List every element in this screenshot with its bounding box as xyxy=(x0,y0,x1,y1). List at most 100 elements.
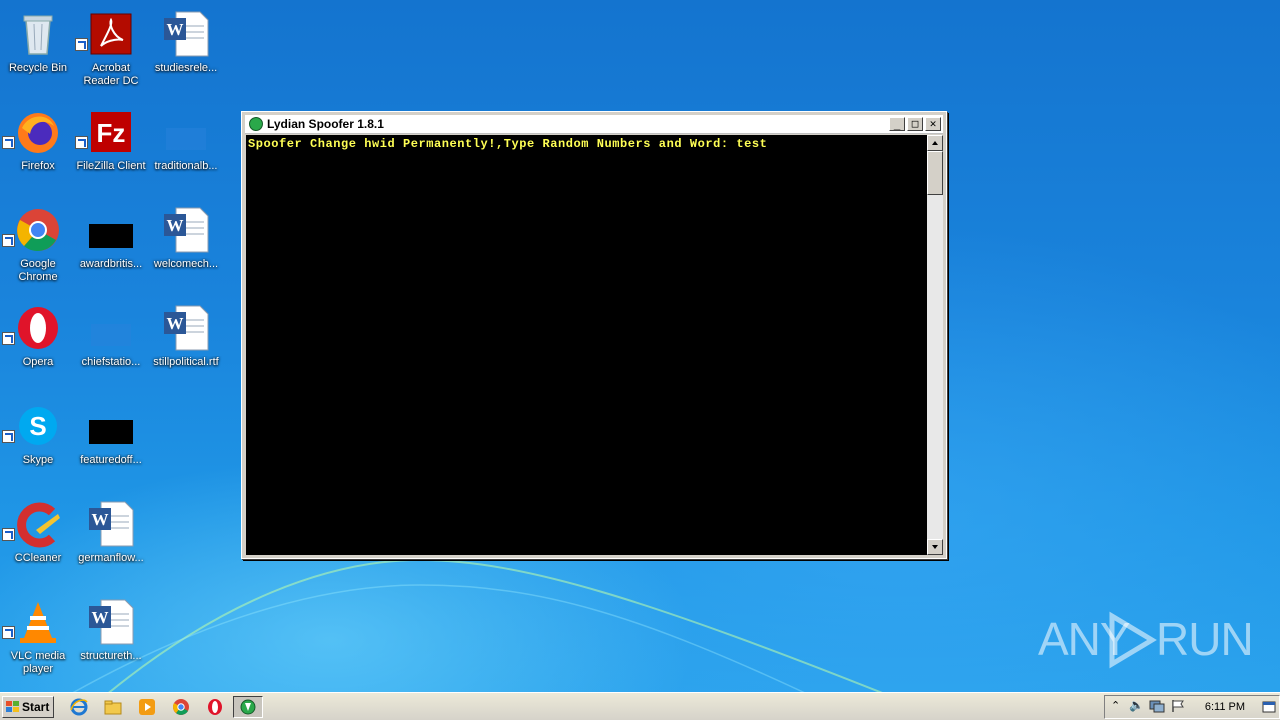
chrome-graphic xyxy=(17,209,59,251)
icon-label: FileZilla Client xyxy=(76,160,146,172)
close-button[interactable]: ✕ xyxy=(925,117,941,131)
word-doc-graphic: W xyxy=(164,207,209,253)
traditionalb-file-icon[interactable]: traditionalb... xyxy=(148,102,224,194)
icon-label: Opera xyxy=(22,356,54,368)
svg-text:S: S xyxy=(29,411,46,441)
scroll-thumb[interactable] xyxy=(927,151,943,195)
skype-icon[interactable]: S Skype xyxy=(0,396,76,488)
firefox-icon[interactable]: Firefox xyxy=(0,102,76,194)
skype-graphic: S xyxy=(19,407,57,445)
icon-label: stillpolitical.rtf xyxy=(153,356,219,368)
taskbar: Start ⌃ 🔈 6:11 PM xyxy=(0,692,1280,720)
network-icon[interactable] xyxy=(1149,699,1165,713)
show-desktop-icon[interactable] xyxy=(1262,700,1276,714)
taskbar-lydian-spoofer-button[interactable] xyxy=(233,696,263,718)
icon-label: germanflow... xyxy=(78,552,144,564)
shortcut-arrow-icon xyxy=(2,626,15,639)
svg-text:W: W xyxy=(167,20,184,39)
filezilla-graphic: Fz xyxy=(91,112,131,152)
black-file-graphic xyxy=(89,420,133,444)
shortcut-arrow-icon xyxy=(2,234,15,247)
chiefstatio-file-icon[interactable]: chiefstatio... xyxy=(73,298,149,390)
icon-label: Recycle Bin xyxy=(8,62,68,74)
icon-label: Google Chrome xyxy=(18,258,58,283)
word-doc-graphic: W xyxy=(89,501,134,547)
svg-text:W: W xyxy=(167,314,184,333)
opera-graphic xyxy=(18,307,58,349)
action-center-flag-icon[interactable] xyxy=(1171,699,1185,713)
minimize-button[interactable]: _ xyxy=(889,117,905,131)
recycle-bin-graphic xyxy=(23,15,53,55)
icon-label: chiefstatio... xyxy=(81,356,141,368)
shortcut-arrow-icon xyxy=(2,136,15,149)
welcomech-doc-icon[interactable]: W welcomech... xyxy=(148,200,224,292)
shortcut-arrow-icon xyxy=(2,430,15,443)
ccleaner-graphic xyxy=(17,502,60,548)
start-label: Start xyxy=(22,700,50,714)
maximize-button[interactable]: □ xyxy=(907,117,923,131)
word-doc-graphic: W xyxy=(164,305,209,351)
blank-file-graphic xyxy=(91,324,131,346)
stillpolitical-rtf-icon[interactable]: W stillpolitical.rtf xyxy=(148,298,224,390)
google-chrome-icon[interactable]: Google Chrome xyxy=(0,200,76,292)
icon-label: VLC media player xyxy=(10,650,66,675)
window-title: Lydian Spoofer 1.8.1 xyxy=(267,117,384,131)
lydian-spoofer-icon xyxy=(249,117,263,131)
icon-label: Firefox xyxy=(21,160,55,172)
console-output[interactable]: Spoofer Change hwid Permanently!,Type Ra… xyxy=(246,135,928,555)
vertical-scrollbar[interactable] xyxy=(927,135,943,555)
scroll-down-button[interactable] xyxy=(927,539,943,555)
console-prompt-line: Spoofer Change hwid Permanently!,Type Ra… xyxy=(248,137,768,151)
console-window[interactable]: Lydian Spoofer 1.8.1 _ □ ✕ Spoofer Chang… xyxy=(241,111,947,559)
svg-text:W: W xyxy=(92,510,109,529)
windows-flag-icon xyxy=(6,701,20,713)
germanflow-doc-icon[interactable]: W germanflow... xyxy=(73,494,149,586)
icon-label: studiesrele... xyxy=(154,62,218,74)
icon-label: awardbritis... xyxy=(79,258,143,270)
vlc-media-player-icon[interactable]: VLC media player xyxy=(0,592,76,684)
structureth-doc-icon[interactable]: W structureth... xyxy=(73,592,149,684)
start-button[interactable]: Start xyxy=(2,696,54,718)
firefox-graphic xyxy=(18,113,58,153)
shortcut-arrow-icon xyxy=(2,528,15,541)
icon-label: structureth... xyxy=(80,650,142,662)
svg-text:Fz: Fz xyxy=(97,118,126,148)
opera-icon[interactable]: Opera xyxy=(0,298,76,390)
shortcut-arrow-icon xyxy=(75,136,88,149)
acrobat-graphic xyxy=(90,13,132,55)
word-doc-graphic: W xyxy=(89,599,134,645)
icon-label: welcomech... xyxy=(153,258,219,270)
title-bar[interactable]: Lydian Spoofer 1.8.1 _ □ ✕ xyxy=(245,115,943,134)
recycle-bin-icon[interactable]: Recycle Bin xyxy=(0,4,76,96)
volume-icon[interactable]: 🔈 xyxy=(1129,698,1144,712)
icon-label: featuredoff... xyxy=(80,454,142,466)
word-doc-graphic: W xyxy=(164,11,209,57)
scroll-up-button[interactable] xyxy=(927,135,943,151)
black-file-graphic xyxy=(89,224,133,248)
icon-label: CCleaner xyxy=(14,552,62,564)
vlc-graphic xyxy=(20,602,56,643)
ccleaner-icon[interactable]: CCleaner xyxy=(0,494,76,586)
clock[interactable]: 6:11 PM xyxy=(1205,701,1245,713)
lydian-spoofer-icon xyxy=(240,699,256,715)
ie-icon[interactable] xyxy=(70,698,88,716)
blank-file-graphic xyxy=(166,128,206,150)
icon-label: traditionalb... xyxy=(154,160,218,172)
svg-text:W: W xyxy=(92,608,109,627)
filezilla-client-icon[interactable]: Fz FileZilla Client xyxy=(73,102,149,194)
play-logo-icon xyxy=(1109,611,1157,669)
media-player-icon[interactable] xyxy=(138,698,156,716)
chrome-icon[interactable] xyxy=(172,698,190,716)
system-tray: ⌃ 🔈 6:11 PM xyxy=(1104,695,1280,719)
shortcut-arrow-icon xyxy=(2,332,15,345)
opera-icon[interactable] xyxy=(206,698,224,716)
watermark-right-text: RUN xyxy=(1156,613,1254,665)
featuredoff-file-icon[interactable]: featuredoff... xyxy=(73,396,149,488)
awardbritis-file-icon[interactable]: awardbritis... xyxy=(73,200,149,292)
explorer-icon[interactable] xyxy=(104,698,122,716)
studiesrele-doc-icon[interactable]: W studiesrele... xyxy=(148,4,224,96)
icon-label: Acrobat Reader DC xyxy=(83,62,139,87)
desktop: Recycle Bin Firefox Google Chrome Opera … xyxy=(0,0,1280,692)
show-hidden-icons-icon[interactable]: ⌃ xyxy=(1111,699,1120,712)
acrobat-reader-icon[interactable]: Acrobat Reader DC xyxy=(73,4,149,96)
